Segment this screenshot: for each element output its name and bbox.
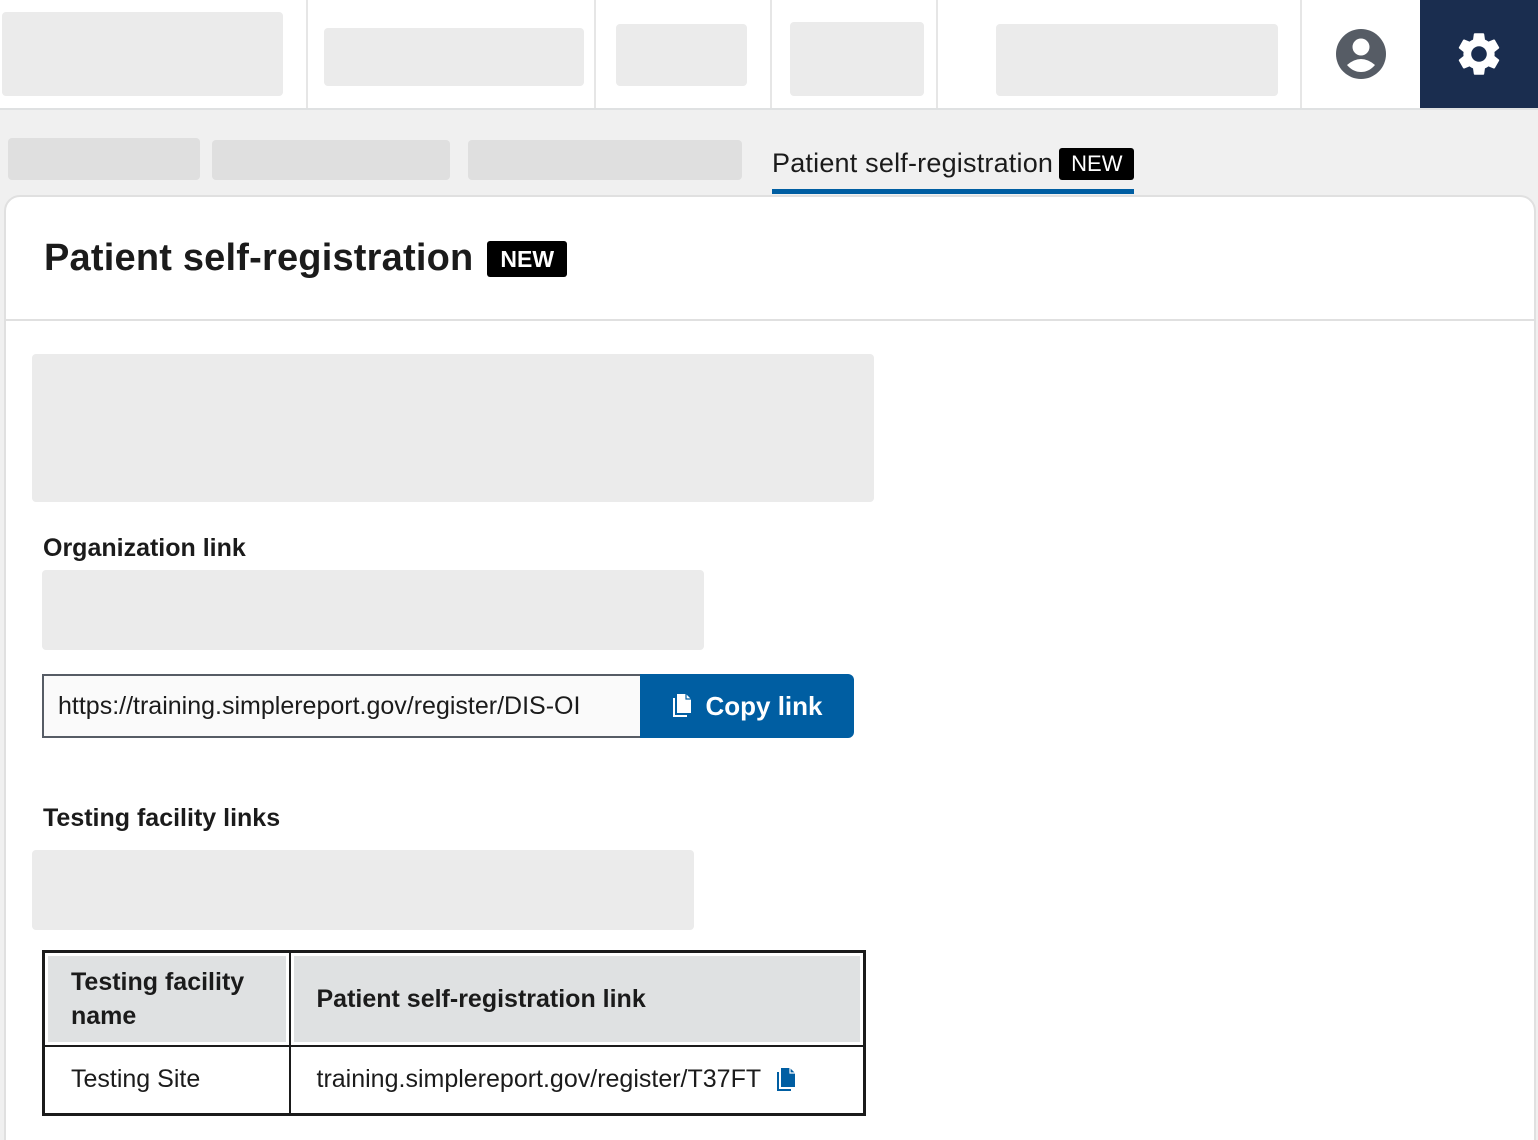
page-title-text: Patient self-registration [44,237,474,279]
intro-text-placeholder [32,354,874,502]
facility-links-table: Testing facility name Patient self-regis… [42,950,866,1116]
nav-item-placeholder[interactable] [324,28,584,86]
facility-name-cell: Testing Site [42,1045,291,1115]
logo-placeholder [2,12,283,96]
column-header-registration-link: Patient self-registration link [288,950,866,1047]
user-circle-icon [1336,29,1386,79]
facility-description-placeholder [32,850,694,930]
user-menu-button[interactable] [1302,0,1420,108]
registration-link-cell: training.simplereport.gov/register/T37FT [288,1045,866,1115]
copy-facility-link-button[interactable] [775,1067,797,1093]
table-row: Testing Site training.simplereport.gov/r… [42,1045,866,1115]
testing-facility-links-heading: Testing facility links [43,804,281,832]
page-title: Patient self-registration NEW [44,237,568,280]
tab-placeholder[interactable] [8,138,200,180]
header-divider [770,0,772,108]
column-header-facility-name: Testing facility name [42,950,291,1047]
gear-icon [1458,33,1500,75]
facility-select-placeholder[interactable] [996,24,1278,96]
tab-placeholder[interactable] [212,140,450,180]
header-divider [936,0,938,108]
copy-link-button[interactable]: Copy link [640,674,854,738]
nav-item-placeholder[interactable] [616,24,747,86]
tab-placeholder[interactable] [468,140,742,180]
organization-link-heading: Organization link [43,534,246,562]
tab-label: Patient self-registration [772,148,1054,178]
organization-link-group: Copy link [42,674,854,738]
table-header-row: Testing facility name Patient self-regis… [42,950,866,1047]
nav-item-placeholder[interactable] [790,22,924,96]
settings-button[interactable] [1420,0,1538,108]
tab-patient-self-registration[interactable]: Patient self-registration NEW [772,140,1135,194]
copy-icon [673,694,692,717]
organization-description-placeholder [42,570,704,650]
header-divider [594,0,596,108]
new-badge: NEW [487,240,568,277]
registration-link-text: training.simplereport.gov/register/T37FT [316,1065,762,1094]
copy-icon [777,1067,796,1091]
top-nav-header [0,0,1538,110]
new-badge: NEW [1059,148,1135,180]
card-header: Patient self-registration NEW [6,197,1534,321]
organization-link-input[interactable] [42,674,640,738]
header-divider [306,0,308,108]
copy-link-label: Copy link [705,690,823,721]
